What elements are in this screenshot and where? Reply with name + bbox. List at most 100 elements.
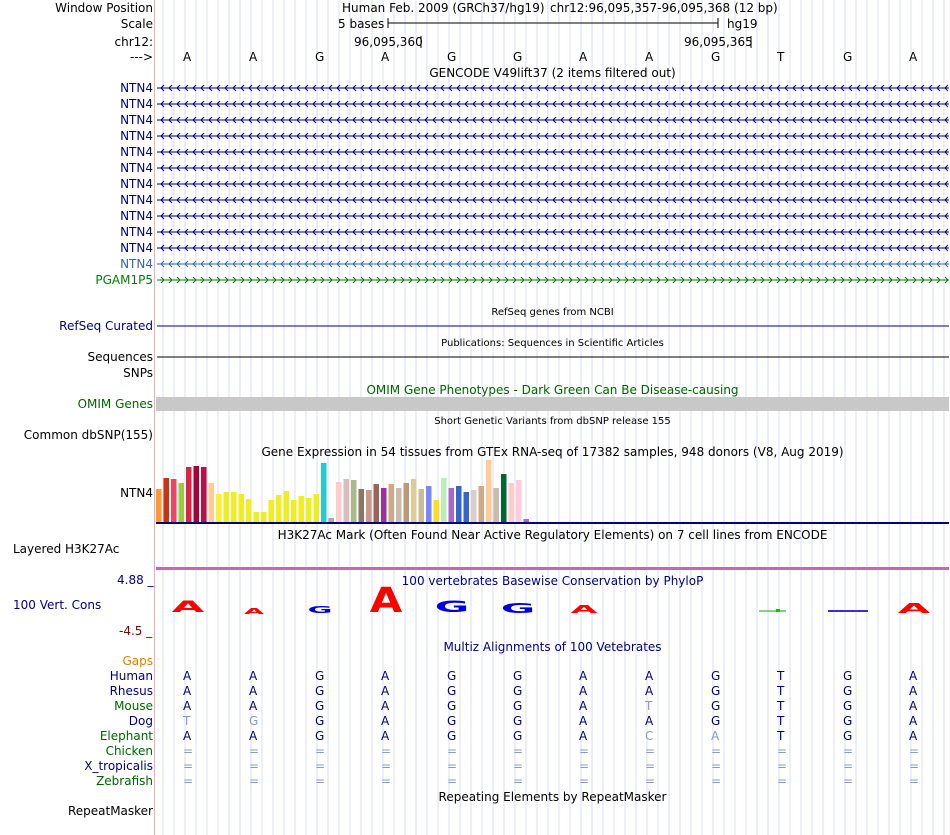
gtex-bar	[418, 489, 424, 522]
multiz-base: T	[777, 669, 785, 683]
gencode-item-label[interactable]: NTN4	[120, 129, 153, 143]
multiz-base: G	[315, 684, 325, 698]
multiz-species-label[interactable]: X_tropicalis	[84, 759, 153, 773]
multiz-base: G	[447, 684, 457, 698]
gtex-bar	[321, 463, 327, 522]
gencode-item-label[interactable]: NTN4	[120, 81, 153, 95]
multiz-species-label[interactable]: Dog	[129, 714, 153, 728]
gtex-bar	[471, 490, 477, 522]
gtex-bar	[283, 491, 289, 522]
multiz-base: =	[447, 759, 458, 773]
multiz-base: A	[183, 729, 192, 743]
gaps-label: Gaps	[122, 654, 153, 668]
multiz-base: =	[513, 744, 524, 758]
multiz-base: G	[249, 714, 259, 728]
phylop-letter: A	[897, 600, 931, 617]
multiz-species-label[interactable]: Elephant	[100, 729, 153, 743]
multiz-base: A	[579, 699, 588, 713]
multiz-base: =	[711, 744, 722, 758]
multiz-base: =	[777, 744, 788, 758]
multiz-base: =	[909, 744, 920, 758]
multiz-base: A	[645, 684, 654, 698]
multiz-base: A	[579, 729, 588, 743]
multiz-base: =	[381, 744, 392, 758]
gencode-item-label[interactable]: NTN4	[120, 241, 153, 255]
gtex-bar	[403, 483, 409, 522]
refseq-title: RefSeq genes from NCBI	[491, 307, 614, 318]
multiz-base: A	[183, 684, 192, 698]
multiz-base: T	[777, 714, 785, 728]
multiz-base: A	[381, 729, 390, 743]
multiz-base: G	[315, 699, 325, 713]
multiz-base: A	[579, 714, 588, 728]
gtex-bar	[156, 489, 162, 522]
gtex-bar	[381, 488, 387, 522]
gencode-item-label[interactable]: NTN4	[120, 97, 153, 111]
repeatmasker-title: Repeating Elements by RepeatMasker	[438, 790, 667, 804]
multiz-base: =	[909, 759, 920, 773]
refseq-label[interactable]: RefSeq Curated	[59, 319, 153, 333]
dbsnp-title: Short Genetic Variants from dbSNP releas…	[434, 416, 671, 427]
multiz-base: =	[645, 774, 656, 788]
gtex-bar	[463, 492, 469, 522]
gencode-item-label[interactable]: NTN4	[120, 161, 153, 175]
gencode-item-label[interactable]: NTN4	[120, 225, 153, 239]
gencode-item-label[interactable]: PGAM1P5	[95, 273, 153, 287]
gencode-item-label[interactable]: NTN4	[120, 145, 153, 159]
multiz-base: A	[381, 699, 390, 713]
gencode-item-label[interactable]: NTN4	[120, 113, 153, 127]
phylop-title: 100 vertebrates Basewise Conservation by…	[401, 574, 704, 588]
gtex-label[interactable]: NTN4	[120, 486, 153, 500]
multiz-species-label[interactable]: Rhesus	[110, 684, 153, 698]
multiz-base: G	[711, 684, 721, 698]
multiz-species-label[interactable]: Zebrafish	[96, 774, 153, 788]
gtex-bar	[411, 479, 417, 522]
gtex-bar	[163, 478, 169, 522]
coord-right: 96,095,365	[684, 35, 753, 49]
multiz-base: A	[579, 669, 588, 683]
gtex-bar	[201, 467, 207, 522]
gencode-item-label[interactable]: NTN4	[120, 177, 153, 191]
snps-label[interactable]: SNPs	[123, 366, 153, 380]
phylop-label[interactable]: 100 Vert. Cons	[13, 598, 101, 612]
publications-label[interactable]: Sequences	[88, 350, 153, 364]
h3k27ac-label[interactable]: Layered H3K27Ac	[13, 542, 119, 556]
multiz-base: A	[249, 684, 258, 698]
multiz-base: T	[777, 699, 785, 713]
multiz-base: =	[579, 774, 590, 788]
multiz-base: =	[645, 759, 656, 773]
gtex-bar	[523, 519, 529, 522]
multiz-species-label[interactable]: Chicken	[106, 744, 153, 758]
gtex-bar	[456, 486, 462, 522]
base-letter: A	[381, 50, 390, 64]
gencode-item-label[interactable]: NTN4	[120, 209, 153, 223]
multiz-base: G	[711, 669, 721, 683]
gtex-bar	[388, 484, 394, 522]
multiz-species-label[interactable]: Human	[110, 669, 153, 683]
multiz-base: =	[183, 774, 194, 788]
gtex-bar	[276, 495, 282, 522]
gencode-item-label[interactable]: NTN4	[120, 193, 153, 207]
multiz-base: A	[183, 699, 192, 713]
multiz-base: A	[579, 684, 588, 698]
multiz-base: G	[513, 729, 523, 743]
multiz-base: =	[447, 744, 458, 758]
dbsnp-label[interactable]: Common dbSNP(155)	[24, 428, 153, 442]
multiz-base: G	[843, 729, 853, 743]
multiz-base: G	[447, 669, 457, 683]
gencode-item-label[interactable]: NTN4	[120, 257, 153, 271]
genome-browser-image: Window Position Scale chr12: ---> Human …	[0, 0, 950, 835]
gtex-bar	[478, 486, 484, 522]
multiz-base: G	[513, 684, 523, 698]
multiz-base: G	[843, 669, 853, 683]
repeatmasker-label[interactable]: RepeatMasker	[68, 804, 153, 818]
multiz-base: A	[381, 714, 390, 728]
multiz-base: G	[843, 714, 853, 728]
base-letter: T	[777, 50, 785, 64]
omim-label[interactable]: OMIM Genes	[78, 397, 153, 411]
gtex-bar	[268, 500, 274, 522]
gtex-bar	[508, 483, 514, 522]
base-letter: G	[447, 50, 457, 64]
multiz-species-label[interactable]: Mouse	[114, 699, 153, 713]
multiz-base: =	[579, 759, 590, 773]
